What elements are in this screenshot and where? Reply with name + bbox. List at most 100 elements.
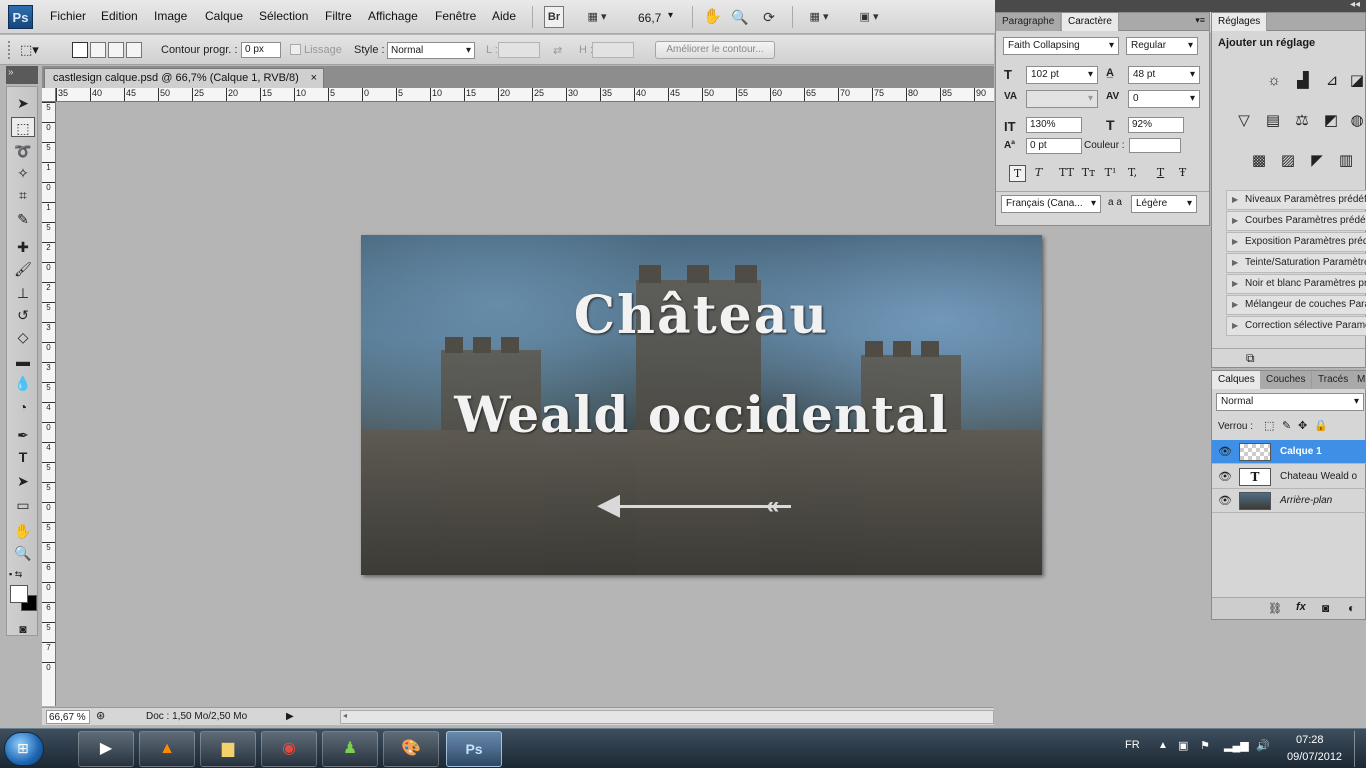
layer-name[interactable]: Calque 1 [1280,446,1322,457]
color-balance-icon[interactable]: ⚖ [1291,111,1313,131]
lasso-tool-icon[interactable]: ➰ [11,141,35,161]
task-explorer[interactable]: ▆ [200,731,256,767]
task-messenger[interactable]: ♟ [322,731,378,767]
exposure-icon[interactable]: ◪ [1346,71,1366,91]
clock-time[interactable]: 07:28 [1296,734,1324,746]
extras-icon[interactable]: ▦ ▾ [580,6,614,28]
layer-row[interactable]: 👁 Arrière-plan [1212,489,1366,513]
tray-expand-icon[interactable]: ▲ [1158,740,1168,751]
clone-stamp-tool-icon[interactable]: ⊥ [11,283,35,303]
link-layers-icon[interactable]: ⛓ [1268,602,1282,615]
type-tool-icon[interactable]: T [11,447,35,467]
menu-filtre[interactable]: Filtre [325,9,352,23]
start-button[interactable]: ⊞ [4,732,44,766]
tracking-select[interactable]: 0 [1128,90,1200,108]
tab-more[interactable]: M [1354,371,1366,389]
default-colors-icon[interactable]: ▪ ⇆ [9,569,22,580]
photo-filter-icon[interactable]: ◍ [1346,111,1366,131]
eraser-tool-icon[interactable]: ◇ [11,327,35,347]
kerning-select[interactable] [1026,90,1098,108]
bridge-button[interactable]: Br [544,6,564,28]
antialias-select[interactable]: Légère [1131,195,1197,213]
width-input[interactable] [498,42,540,58]
gradient-map-icon[interactable]: ▥ [1335,151,1357,171]
menu-aide[interactable]: Aide [492,9,516,23]
status-menu-icon[interactable]: ▶ [286,710,294,724]
small-caps-button[interactable]: Tт [1080,165,1097,182]
zoom-tool-icon[interactable]: 🔍 [11,543,35,563]
foreground-color-swatch[interactable] [10,585,28,603]
swap-icon[interactable]: ⇄ [553,44,562,57]
adjustment-layer-icon[interactable]: ◐ [1348,601,1355,615]
preset-courbes[interactable]: Courbes Paramètres prédéfinis [1226,211,1366,231]
preset-correction-selective[interactable]: Correction sélective Paramètres [1226,316,1366,336]
marquee-tool-icon[interactable]: ⬚ [11,117,35,137]
lock-position-icon[interactable]: ✥ [1298,419,1307,432]
quick-mask-icon[interactable]: ◙ [11,619,35,639]
strikethrough-button[interactable]: Ŧ [1174,165,1191,182]
layer-mask-icon[interactable]: ◙ [1322,601,1329,615]
menu-fenetre[interactable]: Fenêtre [435,9,476,23]
superscript-button[interactable]: T¹ [1102,165,1119,182]
tray-network-icon[interactable]: ▂▄▆ [1224,739,1249,752]
refine-edge-button[interactable]: Améliorer le contour... [655,41,775,59]
levels-icon[interactable]: ▟ [1292,71,1314,91]
screen-mode-icon[interactable]: ▣ ▾ [850,6,888,28]
menu-edition[interactable]: Edition [101,9,138,23]
collapse-icon[interactable]: ◂◂ [1350,0,1360,10]
new-selection-icon[interactable] [72,42,88,58]
font-size-select[interactable]: 102 pt [1026,66,1098,84]
font-style-select[interactable]: Regular [1126,37,1198,55]
history-brush-tool-icon[interactable]: ↺ [11,305,35,325]
tray-flag-icon[interactable]: ⚑ [1200,739,1210,752]
hue-saturation-icon[interactable]: ▤ [1262,111,1284,131]
pen-tool-icon[interactable]: ✒ [11,425,35,445]
task-vlc[interactable]: ▲ [139,731,195,767]
tab-couches[interactable]: Couches [1260,371,1313,389]
layer-name[interactable]: Arrière-plan [1280,495,1332,506]
height-input[interactable] [592,42,634,58]
menu-affichage[interactable]: Affichage [368,9,418,23]
vibrance-icon[interactable]: ▽ [1233,111,1255,131]
curves-icon[interactable]: ⊿ [1321,71,1343,91]
tray-device-icon[interactable]: ▣ [1178,739,1188,752]
lock-pixels-icon[interactable]: ✎ [1282,419,1291,432]
blend-mode-select[interactable]: Normal [1216,393,1364,411]
task-media-player[interactable]: ▶ [78,731,134,767]
tab-paragraph[interactable]: Paragraphe [996,13,1062,31]
clock-date[interactable]: 09/07/2012 [1287,751,1342,763]
show-desktop-button[interactable] [1354,731,1364,767]
tab-reglages[interactable]: Réglages [1212,13,1268,31]
faux-bold-button[interactable]: T [1009,165,1026,182]
preset-melangeur-couches[interactable]: Mélangeur de couches Paramètres [1226,295,1366,315]
language-indicator[interactable]: FR [1125,739,1140,751]
panel-menu-icon[interactable]: ▾≡ [1195,15,1205,26]
zoom-dropdown-icon[interactable]: ▾ [668,10,673,21]
vertical-scale-input[interactable]: 130% [1026,117,1082,133]
task-paint[interactable]: 🎨 [383,731,439,767]
tab-character[interactable]: Caractère [1062,13,1119,31]
gradient-tool-icon[interactable]: ▬ [11,351,35,371]
rotate-view-icon[interactable]: ⟳ [758,6,780,28]
add-selection-icon[interactable] [90,42,106,58]
all-caps-button[interactable]: TT [1058,165,1075,182]
healing-brush-tool-icon[interactable]: ✚ [11,237,35,257]
crop-tool-icon[interactable]: ⌗ [11,185,35,205]
visibility-eye-icon[interactable]: 👁 [1218,470,1232,484]
preset-noir-et-blanc[interactable]: Noir et blanc Paramètres prédéfinis [1226,274,1366,294]
style-select[interactable]: Normal [387,42,475,59]
tray-volume-icon[interactable]: 🔊 [1256,739,1270,752]
posterize-icon[interactable]: ▨ [1277,151,1299,171]
font-family-select[interactable]: Faith Collapsing [1003,37,1119,55]
brush-tool-icon[interactable]: 🖌 [11,259,35,279]
horizontal-scrollbar[interactable]: ◂ [340,710,994,724]
move-tool-icon[interactable]: ➤ [11,93,35,113]
shape-tool-icon[interactable]: ▭ [11,495,35,515]
visibility-eye-icon[interactable]: 👁 [1218,494,1232,508]
leading-select[interactable]: 48 pt [1128,66,1200,84]
eyedropper-tool-icon[interactable]: ✎ [11,209,35,229]
task-photoshop[interactable]: Ps [446,731,502,767]
preset-teinte-saturation[interactable]: Teinte/Saturation Paramètres [1226,253,1366,273]
zoom-tool-icon[interactable]: 🔍 [730,6,750,28]
close-icon[interactable]: × [311,69,317,87]
